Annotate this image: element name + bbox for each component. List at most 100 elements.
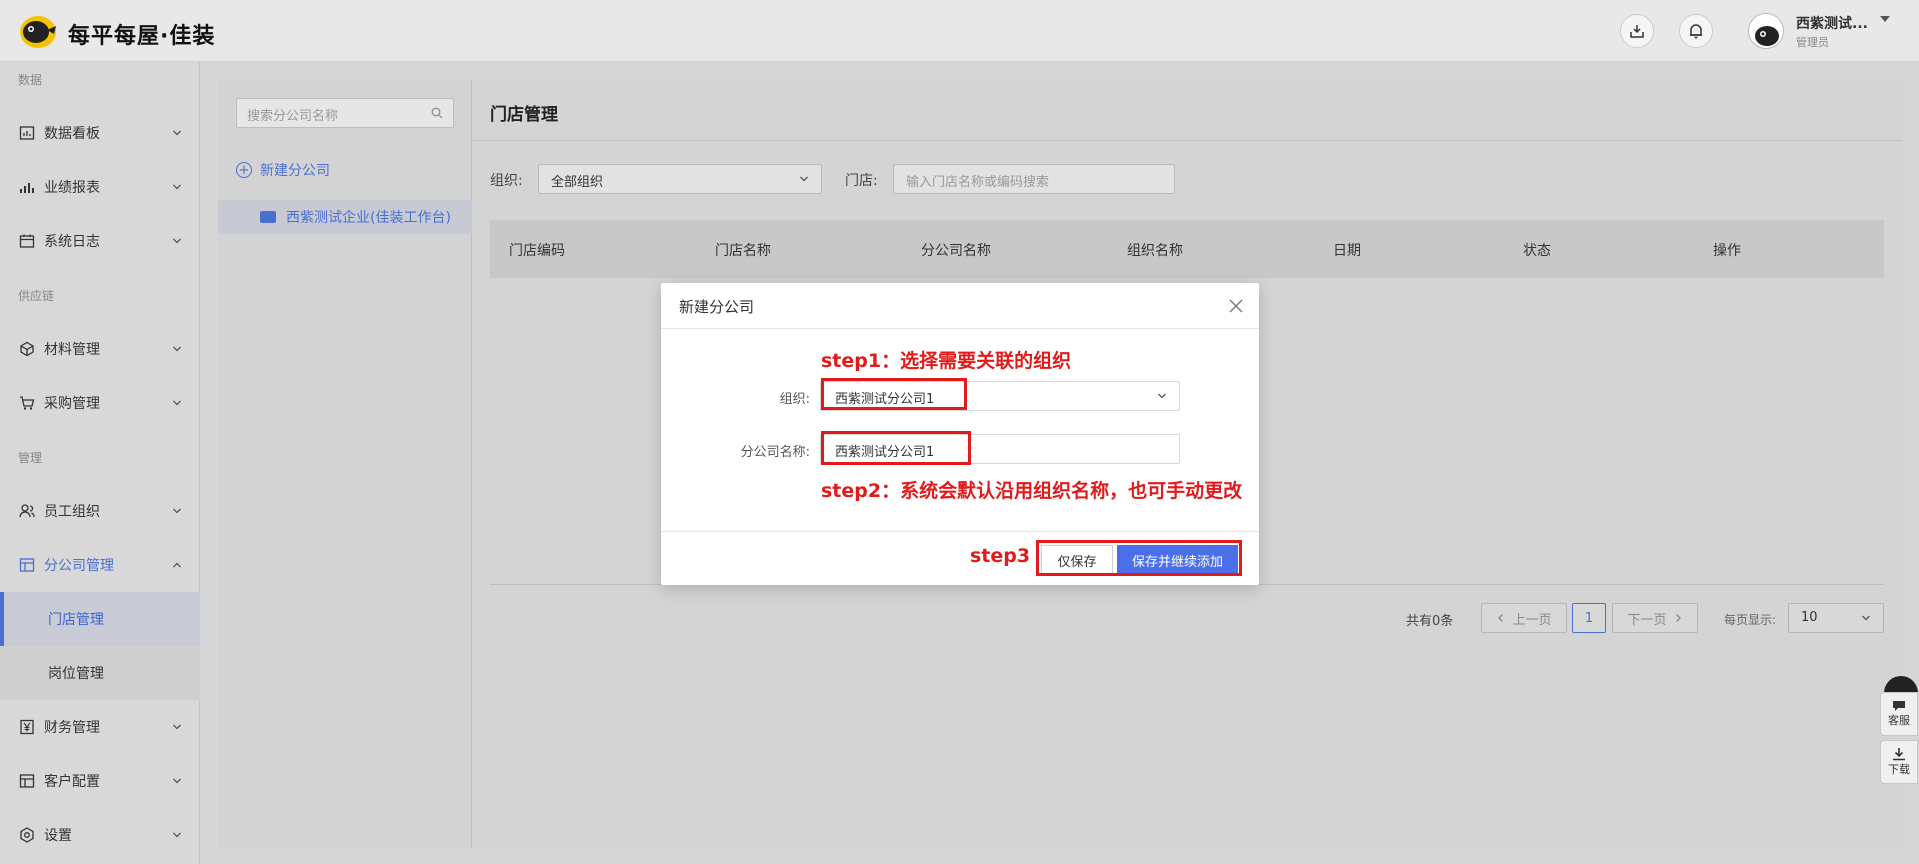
sidebar-item-label: 材料管理 xyxy=(44,342,100,358)
new-branch-label: 新建分公司 xyxy=(260,163,330,179)
divider xyxy=(661,531,1259,532)
step2-annotation: step2：系统会默认沿用组织名称，也可手动更改 xyxy=(821,480,1243,502)
chevron-down-icon xyxy=(173,508,181,514)
divider xyxy=(472,140,1902,141)
branch-tree-panel xyxy=(218,80,472,848)
sidebar-item-logs[interactable]: 系统日志 xyxy=(0,219,200,263)
sidebar-item-customer-config[interactable]: 客户配置 xyxy=(0,759,200,803)
step3-annotation: step3 xyxy=(970,545,1031,567)
chevron-down-icon xyxy=(800,176,808,182)
org-filter-select[interactable]: 全部组织 xyxy=(538,164,822,194)
sidebar-item-label: 分公司管理 xyxy=(44,558,114,574)
search-placeholder: 搜索分公司名称 xyxy=(247,109,339,124)
chat-icon xyxy=(1893,701,1905,711)
chevron-up-icon xyxy=(173,562,181,568)
dialog-header: 新建分公司 xyxy=(661,283,1259,329)
branch-name-field-label: 分公司名称: xyxy=(740,445,810,460)
dashboard-icon xyxy=(18,124,36,142)
next-page-button[interactable]: 下一页 xyxy=(1612,603,1698,633)
chevron-down-icon xyxy=(173,400,181,406)
step3-highlight-box xyxy=(1036,540,1242,576)
store-search-input[interactable]: 输入门店名称或编码搜索 xyxy=(893,164,1175,194)
chevron-right-icon xyxy=(1675,614,1681,622)
chevron-down-icon xyxy=(173,778,181,784)
cart-icon xyxy=(18,394,36,412)
sidebar-item-finance[interactable]: 财务管理 xyxy=(0,705,200,749)
sidebar-item-dashboard[interactable]: 数据看板 xyxy=(0,111,200,155)
branch-search-input[interactable]: 搜索分公司名称 xyxy=(236,98,454,128)
inbox-icon[interactable] xyxy=(1620,14,1654,48)
search-icon xyxy=(431,107,443,119)
close-icon[interactable] xyxy=(1227,297,1245,315)
org-filter-label: 组织: xyxy=(490,173,523,189)
tree-node-company[interactable]: 西紫测试企业(佳装工作台) xyxy=(218,200,472,234)
sidebar-item-label: 数据看板 xyxy=(44,126,100,142)
next-page-label: 下一页 xyxy=(1627,612,1667,628)
chevron-down-icon xyxy=(1862,615,1870,621)
sidebar-item-label: 客户配置 xyxy=(44,774,100,790)
table-icon xyxy=(18,772,36,790)
chevron-down-icon xyxy=(173,130,181,136)
step2-highlight-box xyxy=(821,431,971,465)
org-field-label: 组织: xyxy=(779,392,810,407)
sidebar-item-settings[interactable]: 设置 xyxy=(0,813,200,857)
building-icon xyxy=(18,556,36,574)
customer-service-button[interactable]: 客服 xyxy=(1880,692,1918,736)
store-filter-label: 门店: xyxy=(845,173,878,189)
pager-total: 共有0条 xyxy=(1406,614,1454,629)
bell-icon[interactable] xyxy=(1679,14,1713,48)
sidebar-item-reports[interactable]: 业绩报表 xyxy=(0,165,200,209)
sidebar-item-materials[interactable]: 材料管理 xyxy=(0,327,200,371)
sidebar-item-label: 采购管理 xyxy=(44,396,100,412)
column-header: 操作 xyxy=(1713,243,1741,259)
sidebar-item-label: 系统日志 xyxy=(44,234,100,250)
section-label-data: 数据 xyxy=(18,73,43,87)
prev-page-label: 上一页 xyxy=(1512,612,1552,628)
section-label-manage: 管理 xyxy=(18,451,43,465)
sidebar-item-staff[interactable]: 员工组织 xyxy=(0,489,200,533)
step1-highlight-box xyxy=(821,378,967,410)
chevron-down-icon xyxy=(173,238,181,244)
download-icon xyxy=(1893,748,1905,761)
sidebar-subitem-positions[interactable]: 岗位管理 xyxy=(0,646,200,700)
page-number-current[interactable]: 1 xyxy=(1572,603,1606,633)
top-header: 每平每屋·佳装 西紫测试... 管理员 xyxy=(0,0,1919,62)
avatar[interactable] xyxy=(1748,13,1784,49)
chevron-down-icon xyxy=(173,832,181,838)
dialog-title: 新建分公司 xyxy=(679,298,755,316)
chevron-down-icon xyxy=(1158,393,1166,399)
yen-icon xyxy=(18,718,36,736)
user-name[interactable]: 西紫测试... xyxy=(1796,13,1868,33)
column-header: 门店名称 xyxy=(715,243,771,259)
step1-annotation: step1：选择需要关联的组织 xyxy=(821,350,1072,372)
sidebar-subitem-stores[interactable]: 门店管理 xyxy=(0,592,200,646)
column-header: 日期 xyxy=(1333,243,1361,259)
sidebar-item-label: 财务管理 xyxy=(44,720,100,736)
new-branch-button[interactable]: + 新建分公司 xyxy=(236,160,330,180)
page-size-label: 每页显示: xyxy=(1724,613,1777,627)
page-size-select[interactable]: 10 xyxy=(1788,603,1884,633)
prev-page-button[interactable]: 上一页 xyxy=(1481,603,1567,633)
column-header: 组织名称 xyxy=(1127,243,1183,259)
page-size-value: 10 xyxy=(1801,610,1818,625)
bar-chart-icon xyxy=(18,178,36,196)
column-header: 分公司名称 xyxy=(921,243,991,259)
column-header: 状态 xyxy=(1523,243,1551,259)
download-button[interactable]: 下载 xyxy=(1880,740,1918,784)
chevron-left-icon xyxy=(1498,614,1504,622)
tree-node-label: 西紫测试企业(佳装工作台) xyxy=(286,210,451,226)
column-header: 门店编码 xyxy=(509,243,565,259)
user-role: 管理员 xyxy=(1796,36,1829,49)
caret-down-icon[interactable] xyxy=(1880,16,1890,22)
sidebar-item-purchasing[interactable]: 采购管理 xyxy=(0,381,200,425)
logo-icon xyxy=(20,16,56,48)
page-title: 门店管理 xyxy=(490,105,558,125)
chevron-down-icon xyxy=(173,184,181,190)
box-icon xyxy=(18,340,36,358)
folder-icon xyxy=(260,211,276,223)
download-label: 下载 xyxy=(1888,763,1910,776)
brand-name: 每平每屋·佳装 xyxy=(68,24,216,49)
customer-service-label: 客服 xyxy=(1888,714,1910,727)
sidebar-item-branches[interactable]: 分公司管理 xyxy=(0,543,200,587)
calendar-icon xyxy=(18,232,36,250)
